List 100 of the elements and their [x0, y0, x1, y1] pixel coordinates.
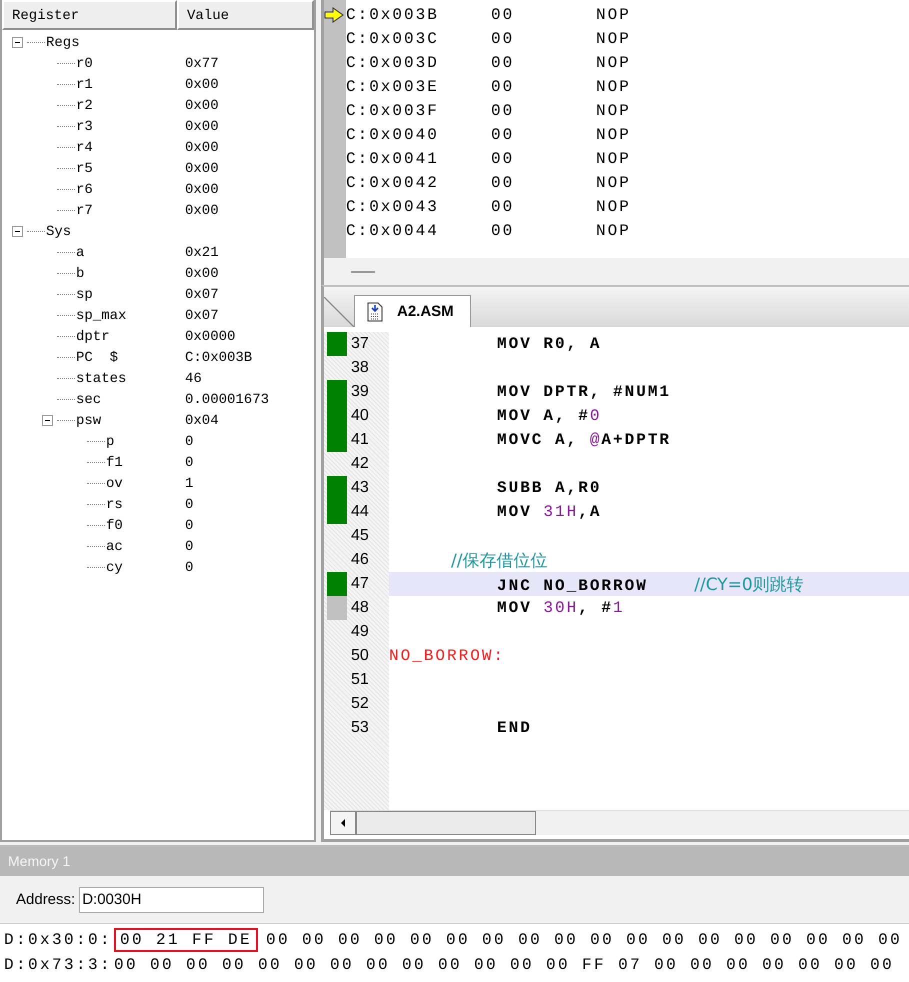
line-number: 44: [351, 503, 369, 521]
line-number: 40: [351, 407, 369, 425]
address-field[interactable]: D:0030H: [79, 886, 264, 912]
instruction: NOP: [596, 174, 631, 192]
opcode-bytes: 00: [491, 198, 516, 216]
register-name[interactable]: r7: [76, 202, 93, 218]
register-name[interactable]: ac: [106, 538, 123, 554]
code-address: C:0x003E: [346, 78, 440, 96]
instruction: NOP: [596, 102, 631, 120]
register-name[interactable]: p: [106, 434, 114, 450]
register-name[interactable]: sp_max: [76, 308, 126, 324]
register-name[interactable]: r4: [76, 140, 93, 156]
column-header[interactable]: Register: [2, 0, 177, 30]
code-line: MOV 30H, #1: [497, 599, 625, 617]
register-name[interactable]: f0: [106, 518, 123, 534]
code-address: C:0x0043: [346, 198, 440, 216]
register-value: 0: [185, 538, 194, 554]
line-number: 39: [351, 383, 369, 401]
register-name[interactable]: sp: [76, 286, 93, 302]
code-line: MOV 31H,A: [497, 503, 602, 521]
highlighted-bytes: 00 21 FF DE: [114, 928, 258, 952]
opcode-bytes: 00: [491, 6, 516, 24]
register-name[interactable]: r0: [76, 56, 93, 72]
opcode-bytes: 00: [491, 102, 516, 120]
register-name[interactable]: psw: [76, 412, 102, 428]
code-address: C:0x0040: [346, 126, 440, 144]
line-number: 38: [351, 359, 369, 377]
code-line: MOV R0, A: [497, 335, 602, 353]
instruction: NOP: [596, 222, 631, 240]
register-value: 46: [185, 370, 202, 386]
code-address: C:0x003F: [346, 102, 440, 120]
scroll-left-icon[interactable]: [330, 811, 356, 835]
memory-address: D:0x30:0:: [3, 930, 114, 948]
register-name[interactable]: Sys: [46, 224, 72, 240]
register-value: 0x07: [185, 286, 219, 302]
code-line: MOVC A, @A+DPTR: [497, 431, 672, 449]
register-value: 0.00001673: [185, 392, 270, 408]
register-name[interactable]: r3: [76, 118, 93, 134]
register-name[interactable]: states: [76, 370, 126, 386]
register-name[interactable]: Regs: [46, 34, 80, 50]
register-name[interactable]: r6: [76, 182, 93, 198]
register-name[interactable]: a: [76, 244, 84, 260]
instruction: NOP: [596, 30, 631, 48]
instruction: NOP: [596, 6, 631, 24]
register-value: 0x00: [185, 118, 219, 134]
line-number: 49: [351, 623, 369, 641]
register-name[interactable]: f1: [106, 454, 123, 470]
register-name[interactable]: PC $: [76, 350, 118, 366]
line-number: 45: [351, 527, 369, 545]
line-number: 46: [351, 551, 369, 569]
register-value: C:0x003B: [185, 350, 252, 366]
file-tab[interactable]: A2.ASM: [354, 295, 471, 327]
column-header[interactable]: Value: [177, 0, 314, 30]
scrollbar-thumb[interactable]: [356, 811, 536, 835]
register-name[interactable]: sec: [76, 392, 102, 408]
instruction: NOP: [596, 126, 631, 144]
instruction: NOP: [596, 78, 631, 96]
line-number: 37: [351, 335, 369, 353]
line-number: 52: [351, 695, 369, 713]
register-name[interactable]: r2: [76, 98, 93, 114]
register-value: 0: [185, 434, 194, 450]
register-value: 0x00: [185, 76, 219, 92]
line-number: 42: [351, 455, 369, 473]
register-value: 0x00: [185, 160, 219, 176]
collapse-toggle[interactable]: [42, 415, 53, 426]
code-address: C:0x0042: [346, 174, 440, 192]
opcode-bytes: 00: [491, 30, 516, 48]
code-line: JNC NO_BORROW //CY=0则跳转: [497, 574, 804, 596]
register-name[interactable]: dptr: [76, 328, 110, 344]
opcode-bytes: 00: [491, 150, 516, 168]
collapse-toggle[interactable]: [12, 226, 23, 237]
register-value: 0x00: [185, 98, 219, 114]
register-value: 0: [185, 518, 194, 534]
register-name[interactable]: r1: [76, 76, 93, 92]
opcode-bytes: 00: [491, 54, 516, 72]
register-value: 0x00: [185, 182, 219, 198]
register-value: 0x21: [185, 244, 219, 260]
code-address: C:0x0044: [346, 222, 440, 240]
register-name[interactable]: b: [76, 266, 84, 282]
register-name[interactable]: r5: [76, 160, 93, 176]
instruction: NOP: [596, 198, 631, 216]
code-line: //保存借位位: [451, 550, 548, 572]
collapse-toggle[interactable]: [12, 37, 23, 48]
line-number: 47: [351, 575, 369, 593]
line-number: 41: [351, 431, 369, 449]
register-name[interactable]: ov: [106, 476, 123, 492]
horizontal-scrollbar[interactable]: [330, 810, 909, 835]
code-line: NO_BORROW:: [389, 647, 506, 665]
opcode-bytes: 00: [491, 174, 516, 192]
opcode-bytes: 00: [491, 222, 516, 240]
code-address: C:0x0041: [346, 150, 440, 168]
line-number: 48: [351, 599, 369, 617]
tab-edge: [324, 297, 354, 327]
register-value: 0x07: [185, 308, 219, 324]
register-name[interactable]: rs: [106, 496, 123, 512]
register-name[interactable]: cy: [106, 560, 123, 576]
code-line: END: [497, 719, 532, 737]
instruction: NOP: [596, 150, 631, 168]
line-number: 43: [351, 479, 369, 497]
instruction: NOP: [596, 54, 631, 72]
